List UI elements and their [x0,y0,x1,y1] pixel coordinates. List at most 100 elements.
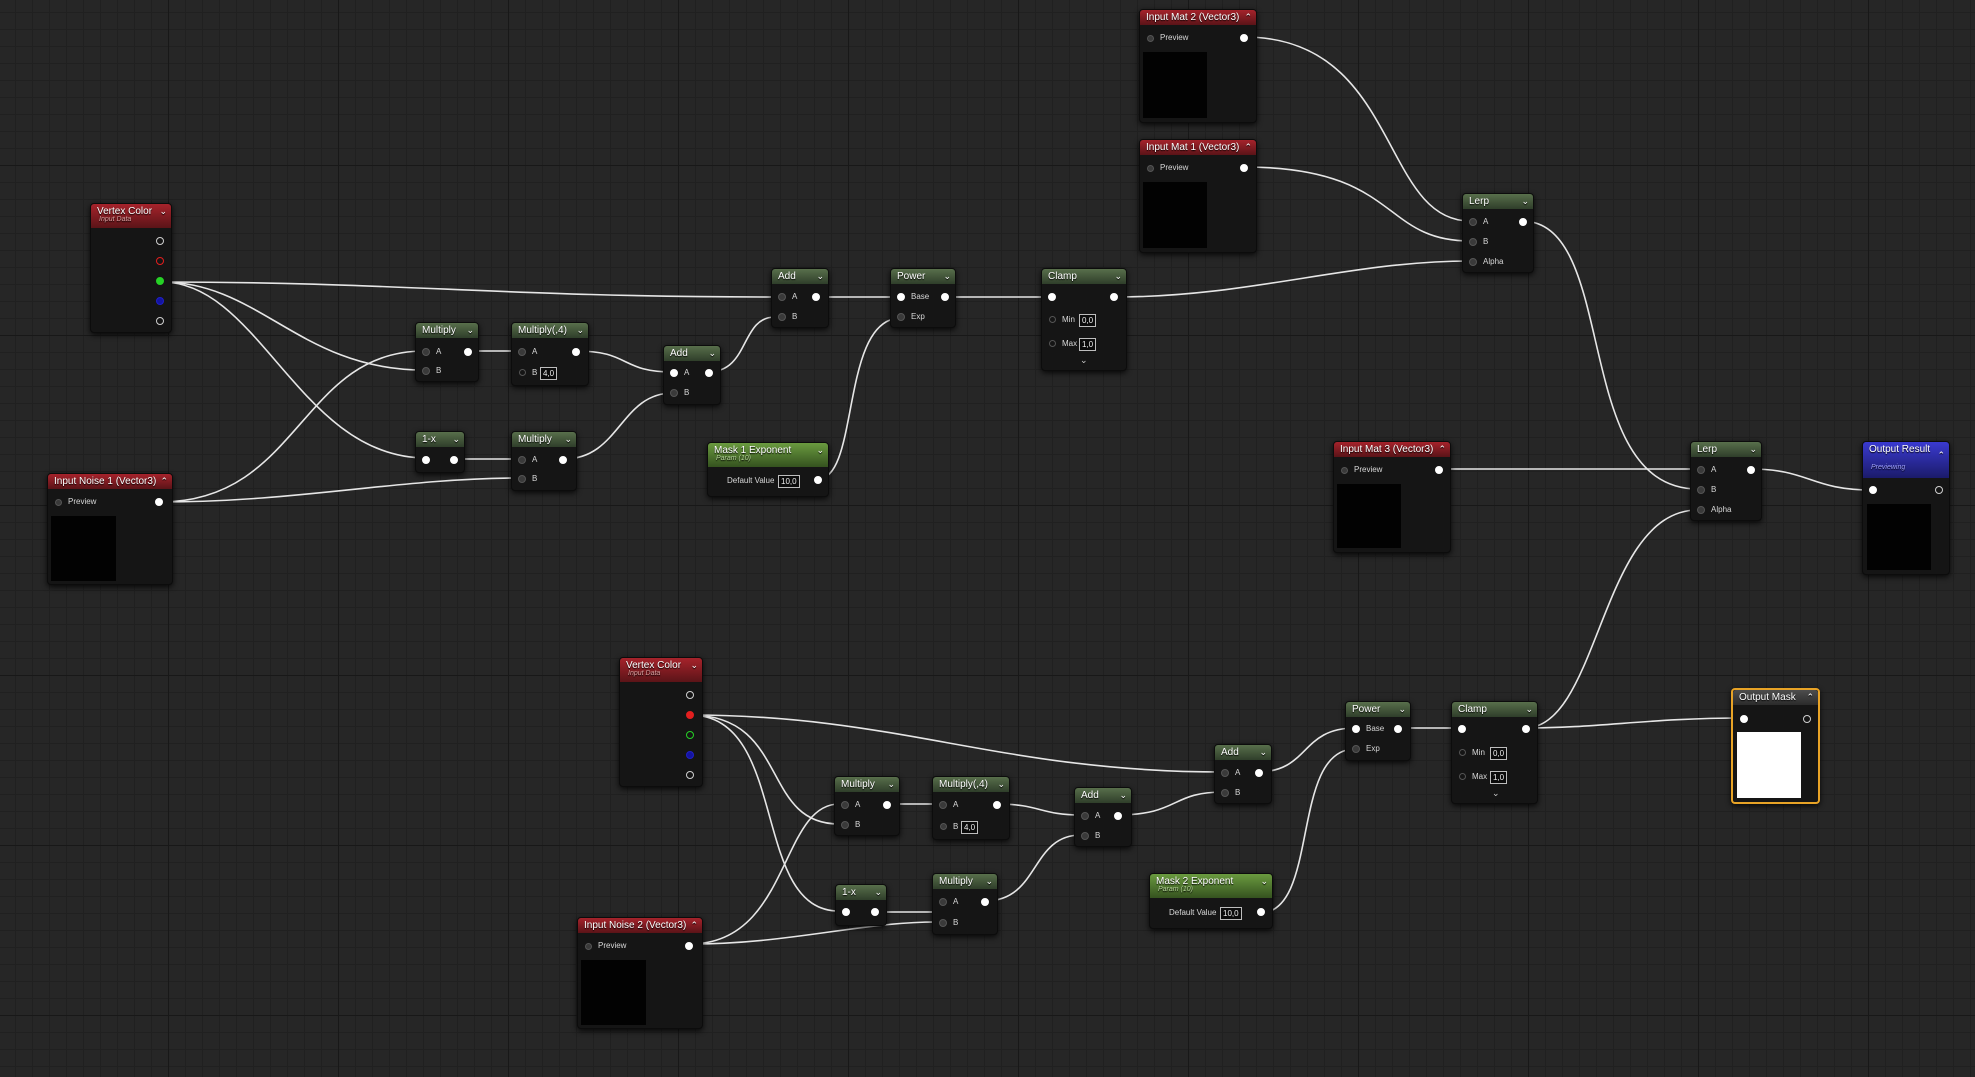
default-value-field[interactable]: 10,0 [778,475,800,488]
min-value-field[interactable]: 0,0 [1490,747,1508,760]
input-pin[interactable] [1740,715,1748,723]
output-pin-r[interactable] [686,711,694,719]
mask-1-exponent-node[interactable]: Mask 1 Exponent Param (10) ⌄ Default Val… [707,442,829,497]
chevron-down-icon[interactable]: ⌄ [1521,194,1529,209]
node-header[interactable]: Input Noise 2 (Vector3) ⌃ [578,918,702,933]
chevron-down-icon[interactable]: ⌄ [564,432,572,447]
node-header[interactable]: Clamp ⌄ [1452,702,1537,717]
input-pin-b[interactable] [1081,832,1089,840]
node-header[interactable]: Vertex Color Input Data ⌄ [91,204,171,228]
b-value-field[interactable]: 4,0 [961,821,979,834]
output-pin[interactable] [1522,725,1530,733]
node-header[interactable]: Multiply ⌄ [835,777,899,792]
input-pin-b[interactable] [940,823,947,830]
input-pin-exp[interactable] [1352,745,1360,753]
node-header[interactable]: Multiply ⌄ [416,323,478,338]
chevron-down-icon[interactable]: ⌄ [466,323,474,338]
output-pin[interactable] [1435,466,1443,474]
output-pin[interactable] [450,456,458,464]
add-node[interactable]: Add ⌄ A B [1214,744,1272,804]
chevron-up-icon[interactable]: ⌃ [160,474,168,489]
input-pin-a[interactable] [841,801,849,809]
output-pin-b[interactable] [156,297,164,305]
max-pin[interactable] [1049,340,1056,347]
vertex-color-node[interactable]: Vertex Color Input Data ⌄ [90,203,172,333]
clamp-node[interactable]: Clamp ⌄ Min 0,0 Max 1,0 ⌄ [1451,701,1538,804]
lerp-node[interactable]: Lerp ⌄ A B Alpha [1462,193,1534,273]
output-pin[interactable] [812,293,820,301]
chevron-up-icon[interactable]: ⌃ [1806,690,1814,705]
one-minus-node[interactable]: 1-x ⌄ [415,431,465,473]
input-noise-1-node[interactable]: Input Noise 1 (Vector3) ⌃ Preview [47,473,173,585]
node-header[interactable]: Power ⌄ [891,269,955,284]
default-value-field[interactable]: 10,0 [1220,907,1242,920]
min-pin[interactable] [1049,316,1056,323]
node-header[interactable]: Multiply ⌄ [933,874,997,889]
chevron-down-icon[interactable]: ⌄ [452,432,460,447]
expand-chevron-icon[interactable]: ⌄ [1080,355,1088,366]
vertex-color-node[interactable]: Vertex Color Input Data ⌄ [619,657,703,787]
multiply-node[interactable]: Multiply ⌄ A B [834,776,900,836]
output-pin[interactable] [1110,293,1118,301]
output-pin[interactable] [1519,218,1527,226]
chevron-down-icon[interactable]: ⌄ [1749,442,1757,457]
input-pin-a[interactable] [939,801,947,809]
chevron-down-icon[interactable]: ⌄ [1398,702,1406,717]
input-pin-alpha[interactable] [1697,506,1705,514]
output-pin[interactable] [1255,769,1263,777]
input-mat-3-node[interactable]: Input Mat 3 (Vector3) ⌃ Preview [1333,441,1451,553]
input-pin-a[interactable] [670,369,678,377]
node-header[interactable]: Mask 2 Exponent Param (10) ⌄ [1150,874,1272,898]
node-header[interactable]: Multiply(,4) ⌄ [933,777,1009,792]
max-value-field[interactable]: 1,0 [1490,771,1508,784]
b-value-field[interactable]: 4,0 [540,367,558,380]
min-pin[interactable] [1459,749,1466,756]
chevron-down-icon[interactable]: ⌄ [708,346,716,361]
input-pin-b[interactable] [670,389,678,397]
output-pin[interactable] [981,898,989,906]
input-pin-a[interactable] [939,898,947,906]
output-pin-b[interactable] [686,751,694,759]
input-pin-b[interactable] [1469,238,1477,246]
output-pin[interactable] [559,456,567,464]
output-pin-g[interactable] [686,731,694,739]
input-pin-b[interactable] [422,367,430,375]
chevron-down-icon[interactable]: ⌄ [816,269,824,284]
node-header[interactable]: Add ⌄ [1215,745,1271,760]
chevron-down-icon[interactable]: ⌄ [887,777,895,792]
max-value-field[interactable]: 1,0 [1079,338,1097,351]
input-pin-base[interactable] [1352,725,1360,733]
input-pin-b[interactable] [939,919,947,927]
node-header[interactable]: 1-x ⌄ [836,885,886,900]
multiply-node[interactable]: Multiply ⌄ A B [932,873,998,935]
input-pin-alpha[interactable] [1469,258,1477,266]
preview-toggle[interactable] [1147,35,1154,42]
input-pin-base[interactable] [897,293,905,301]
output-pin-a[interactable] [156,317,164,325]
node-header[interactable]: Vertex Color Input Data ⌄ [620,658,702,682]
output-pin[interactable] [941,293,949,301]
node-header[interactable]: 1-x ⌄ [416,432,464,447]
chevron-up-icon[interactable]: ⌃ [1244,140,1252,155]
chevron-up-icon[interactable]: ⌃ [690,918,698,933]
chevron-down-icon[interactable]: ⌄ [159,204,167,219]
output-pin[interactable] [1394,725,1402,733]
node-header[interactable]: Mask 1 Exponent Param (10) ⌄ [708,443,828,467]
output-pin-rgba[interactable] [156,237,164,245]
output-pin-r[interactable] [156,257,164,265]
node-header[interactable]: Lerp ⌄ [1463,194,1533,209]
chevron-up-icon[interactable]: ⌃ [1937,448,1945,463]
output-pin[interactable] [1747,466,1755,474]
input-pin-b[interactable] [841,821,849,829]
clamp-node[interactable]: Clamp ⌄ Min 0,0 Max 1,0 ⌄ [1041,268,1127,371]
output-pin-a[interactable] [686,771,694,779]
add-node[interactable]: Add ⌄ A B [771,268,829,328]
input-pin-a[interactable] [778,293,786,301]
chevron-down-icon[interactable]: ⌄ [985,874,993,889]
chevron-down-icon[interactable]: ⌄ [816,443,824,458]
preview-toggle[interactable] [1147,165,1154,172]
output-pin[interactable] [1114,812,1122,820]
input-pin[interactable] [1458,725,1466,733]
output-pin[interactable] [1935,486,1943,494]
expand-chevron-icon[interactable]: ⌄ [1492,788,1500,799]
